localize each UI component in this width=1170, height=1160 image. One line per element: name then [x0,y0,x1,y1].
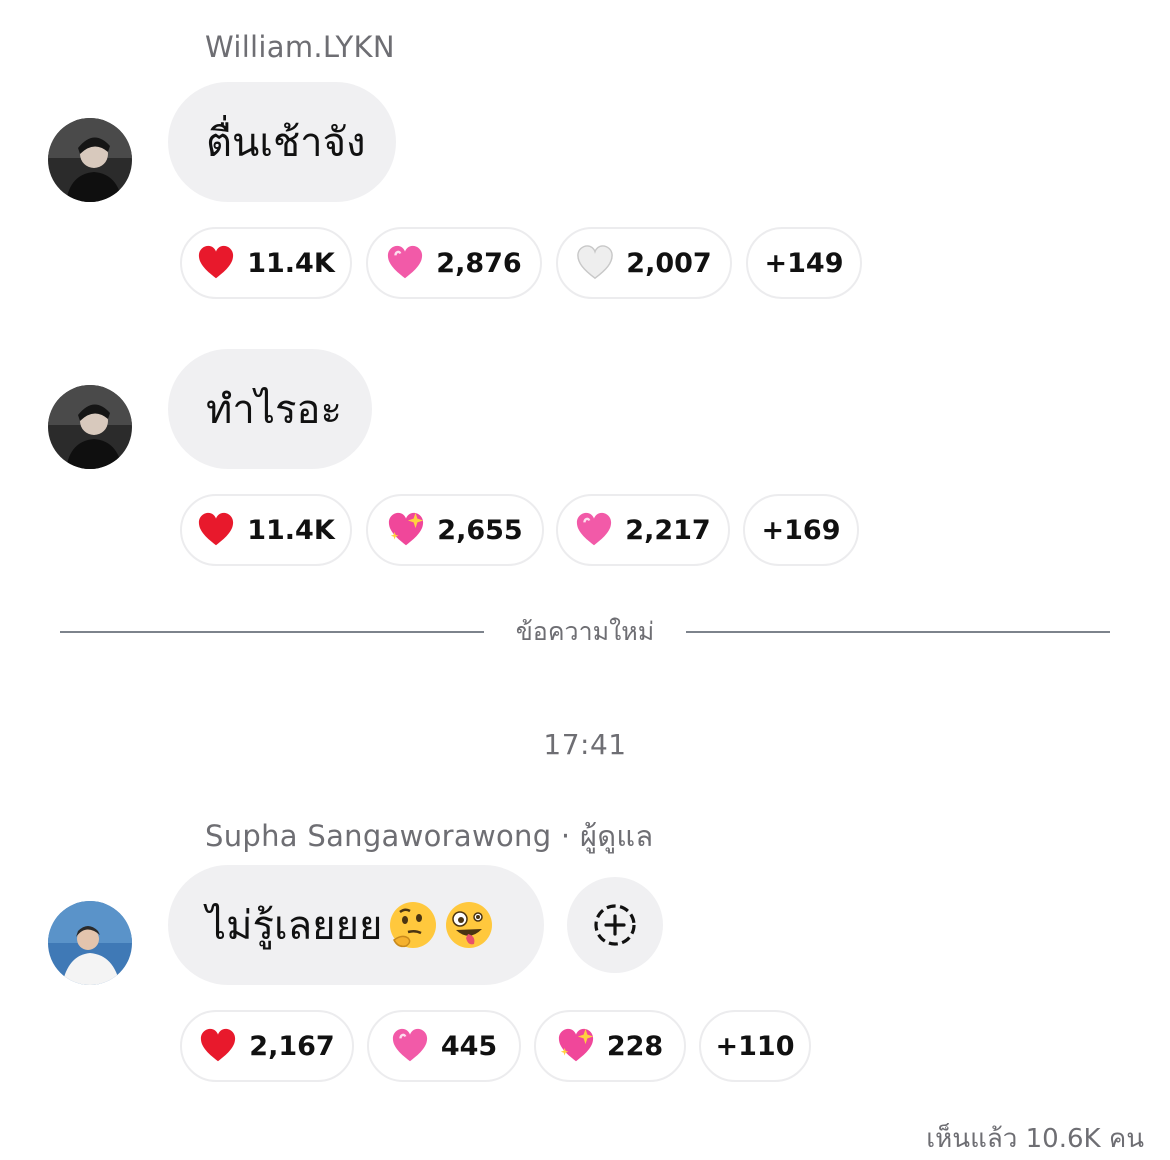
more-reactions-chip[interactable]: +169 [743,494,859,566]
message-bubble[interactable]: ไม่รู้เลยยย [168,865,544,985]
more-reactions-chip[interactable]: +110 [699,1010,811,1082]
message-bubble[interactable]: ทำไรอะ [168,349,372,469]
message-text: ไม่รู้เลยยย [206,903,383,949]
reaction-count: +149 [764,247,844,279]
divider-line-left [60,631,484,633]
message-text: ทำไรอะ [206,387,342,433]
thinking-face-icon [390,902,437,948]
pink-heart-icon [575,511,613,549]
divider-line-right [686,631,1110,633]
reaction-count: 2,007 [626,247,712,279]
reaction-count: 11.4K [247,247,335,279]
reaction-count: 2,217 [625,514,711,546]
zany-face-icon [446,902,493,948]
reaction-chip[interactable]: 2,217 [556,494,730,566]
avatar[interactable] [48,118,132,202]
reaction-count: 228 [606,1030,664,1062]
timestamp: 17:41 [543,728,627,761]
reaction-count: 2,167 [249,1030,335,1062]
pink-heart-icon [386,244,424,282]
reaction-count: 11.4K [247,514,335,546]
red-heart-icon [197,244,235,282]
reaction-chip[interactable]: 11.4K [180,494,352,566]
red-heart-icon [199,1027,237,1065]
reaction-count: +110 [715,1030,795,1062]
pink-heart-icon [391,1027,429,1065]
avatar[interactable] [48,385,132,469]
reaction-chip[interactable]: 2,655 [366,494,544,566]
reaction-chip[interactable]: 11.4K [180,227,352,299]
reaction-chip[interactable]: 2,007 [556,227,732,299]
white-heart-icon [576,244,614,282]
message-bubble[interactable]: ตื่นเช้าจัง [168,82,396,202]
seen-count: เห็นแล้ว 10.6K คน [926,1124,1144,1154]
red-heart-icon [197,511,235,549]
sparkling-heart-icon [557,1028,593,1065]
add-reaction-button[interactable] [567,877,663,973]
reaction-chip[interactable]: 228 [534,1010,686,1082]
sender-name: William.LYKN [205,30,395,64]
reaction-count: 2,655 [437,514,523,546]
sender-name: Supha Sangaworawong · ผู้ดูแล [205,819,654,853]
reaction-count: 2,876 [436,247,522,279]
message-text: ตื่นเช้าจัง [206,120,366,166]
more-reactions-chip[interactable]: +149 [746,227,862,299]
new-messages-label: ข้อความใหม่ [515,617,655,646]
add-reaction-icon [594,904,636,946]
reaction-chip[interactable]: 2,167 [180,1010,354,1082]
reaction-count: 445 [440,1030,498,1062]
sparkling-heart-icon [387,512,424,549]
reaction-chip[interactable]: 445 [367,1010,521,1082]
reaction-count: +169 [761,514,841,546]
avatar[interactable] [48,901,132,985]
reaction-chip[interactable]: 2,876 [366,227,542,299]
